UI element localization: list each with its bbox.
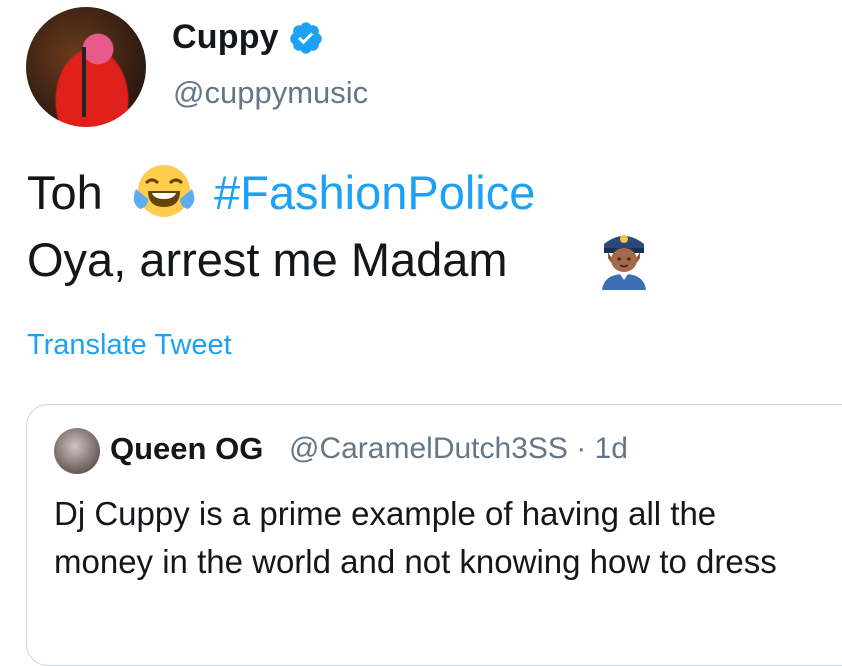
woman-police-officer-icon	[602, 235, 646, 290]
tweet-text-line1: Toh	[27, 166, 103, 219]
quoted-author-avatar[interactable]	[54, 428, 100, 474]
hashtag-link[interactable]: #FashionPolice	[214, 165, 535, 220]
author-avatar[interactable]	[26, 7, 146, 127]
quoted-tweet-text: Dj Cuppy is a prime example of having al…	[54, 495, 777, 580]
tweet-text-line2: Oya, arrest me Madam	[27, 233, 508, 286]
quoted-author-handle-time[interactable]: @CaramelDutch3SS · 1d	[289, 432, 628, 466]
author-handle[interactable]: @cuppymusic	[173, 75, 368, 111]
translate-tweet-link[interactable]: Translate Tweet	[27, 329, 232, 362]
quoted-author-name[interactable]: Queen OG	[110, 431, 263, 467]
face-with-tears-of-joy-icon	[133, 165, 195, 217]
verified-badge-icon	[290, 22, 322, 54]
microphone-stand	[82, 47, 86, 117]
author-name[interactable]: Cuppy	[172, 18, 279, 57]
